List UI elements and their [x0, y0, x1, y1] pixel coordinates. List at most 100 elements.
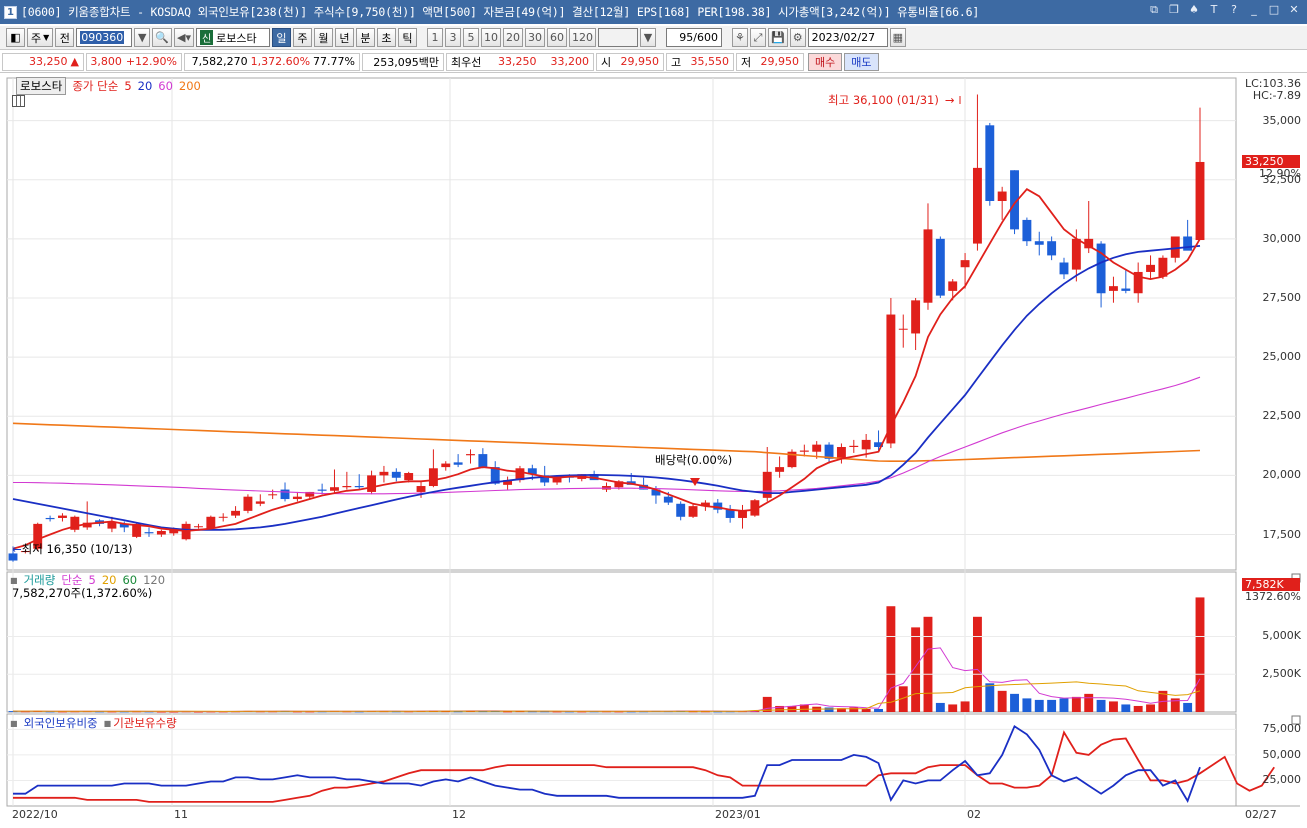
holding-tick: 75,000: [1262, 722, 1302, 736]
candle-body: [268, 494, 278, 496]
volume-bar: [874, 708, 883, 712]
candle-body: [985, 125, 995, 201]
current-volume-pct: 1372.60%: [1245, 590, 1301, 603]
volume-bar: [1059, 698, 1069, 712]
price-legend: 로보스타 종가 단순 5 20 60 200: [16, 77, 201, 95]
price-tick: 25,000: [1262, 350, 1302, 364]
candle-body: [428, 468, 438, 487]
candle-body: [1158, 257, 1168, 277]
candle-body: [898, 328, 908, 330]
volume-panel-border: [6, 571, 1237, 713]
candle-body: [218, 516, 228, 518]
arrow-right-icon: →: [944, 93, 955, 107]
candle-body: [948, 281, 958, 291]
candle-body: [738, 510, 747, 518]
institution-holding-legend: 기관보유수량: [113, 716, 177, 730]
volume-bar: [1071, 696, 1081, 712]
volume-bar: [1146, 704, 1155, 712]
candle-body: [194, 526, 203, 528]
holding-legend: ■ 외국인보유비중 ■ 기관보유수량: [10, 715, 177, 731]
volume-bar: [886, 606, 896, 712]
candle-body: [849, 445, 859, 447]
candle-body: [404, 473, 414, 481]
candle-body: [861, 439, 871, 450]
candle-body: [58, 515, 67, 518]
candle-body: [1108, 286, 1118, 291]
volume-ma20-line: [13, 681, 1201, 712]
ma200-line: [12, 422, 1201, 463]
foreign-holding-legend: 외국인보유비중: [23, 716, 98, 730]
volume-bar: [1022, 698, 1032, 712]
volume-bar: [972, 616, 982, 712]
price-tick: 27,500: [1262, 290, 1302, 304]
candle-body: [812, 444, 822, 452]
high-annotation: 최고 36,100 (01/31) →: [828, 92, 954, 108]
candle-body: [1183, 236, 1193, 251]
volume-bar: [824, 707, 834, 712]
volume-bar: [997, 690, 1007, 712]
institution-holding-line: [13, 730, 1275, 803]
candle-body: [1047, 241, 1057, 256]
stock-name-tag: 로보스타: [16, 77, 67, 95]
candle-body: [725, 509, 735, 518]
price-tick: 35,000: [1262, 113, 1302, 127]
volume-bar: [1121, 704, 1131, 712]
holding-tick: 50,000: [1262, 747, 1302, 761]
volume-bar: [1183, 702, 1193, 712]
price-tick: 30,000: [1262, 231, 1302, 245]
candle-body: [1034, 241, 1044, 245]
ma60-line: [13, 376, 1201, 495]
volume-bar: [1195, 597, 1205, 712]
volume-bar: [1133, 705, 1143, 712]
high-annotation-text: 최고 36,100 (01/31): [828, 93, 939, 107]
price-tick: 17,500: [1262, 527, 1302, 541]
volume-bar: [985, 683, 995, 712]
candle-body: [243, 496, 253, 511]
grid-table-icon[interactable]: [12, 95, 25, 107]
x-axis-label: 02/27: [1245, 808, 1277, 821]
candle-body: [330, 487, 339, 491]
candle-body: [836, 447, 846, 459]
candle-body: [997, 191, 1007, 201]
ma5-line: [12, 188, 1201, 550]
candle-body: [354, 486, 364, 488]
low-annotation-text: 최저 16,350 (10/13): [21, 542, 133, 556]
volume-bar: [1084, 693, 1094, 712]
candle-body: [231, 510, 241, 516]
volume-tick: 2,500K: [1262, 667, 1301, 681]
candle-body: [478, 454, 488, 468]
x-axis-label: 2023/01: [715, 808, 761, 821]
candle-body: [663, 496, 673, 503]
candle-body: [688, 506, 698, 517]
candle-body: [453, 462, 463, 465]
candle-body: [1022, 219, 1032, 242]
candle-body: [280, 489, 290, 500]
volume-tick: 5,000K: [1262, 629, 1301, 643]
ma60-legend: 60: [158, 79, 173, 93]
candle-body: [379, 471, 389, 476]
legend-marker-icon: ■: [103, 718, 112, 728]
current-pct-label: 12.90%: [1259, 167, 1301, 180]
candle-body: [441, 463, 451, 468]
volume-ma5-line: [12, 647, 1201, 712]
price-panel-border: [6, 77, 1237, 571]
dividend-annotation: 배당락(0.00%): [655, 453, 733, 467]
volume-bar: [1047, 699, 1057, 712]
volume-bar: [960, 701, 970, 712]
candle-body: [676, 503, 686, 517]
ma200-legend: 200: [178, 79, 201, 93]
candle-body: [317, 489, 327, 491]
x-axis-label: 12: [452, 808, 466, 821]
candle-body: [45, 517, 55, 520]
chart-canvas[interactable]: [0, 0, 1307, 828]
legend-marker-icon: ■: [10, 718, 18, 728]
low-annotation: ←최저 16,350 (10/13): [12, 541, 132, 557]
volume-bar: [1010, 693, 1019, 712]
volume-bar: [911, 627, 921, 712]
volume-bar: [923, 616, 933, 712]
holding-tick: 25,000: [1262, 773, 1302, 787]
candle-body: [156, 530, 166, 535]
arrow-left-icon: ←: [12, 542, 22, 556]
volume-bar: [861, 708, 871, 712]
ma-legend-label: 종가 단순: [72, 79, 119, 93]
